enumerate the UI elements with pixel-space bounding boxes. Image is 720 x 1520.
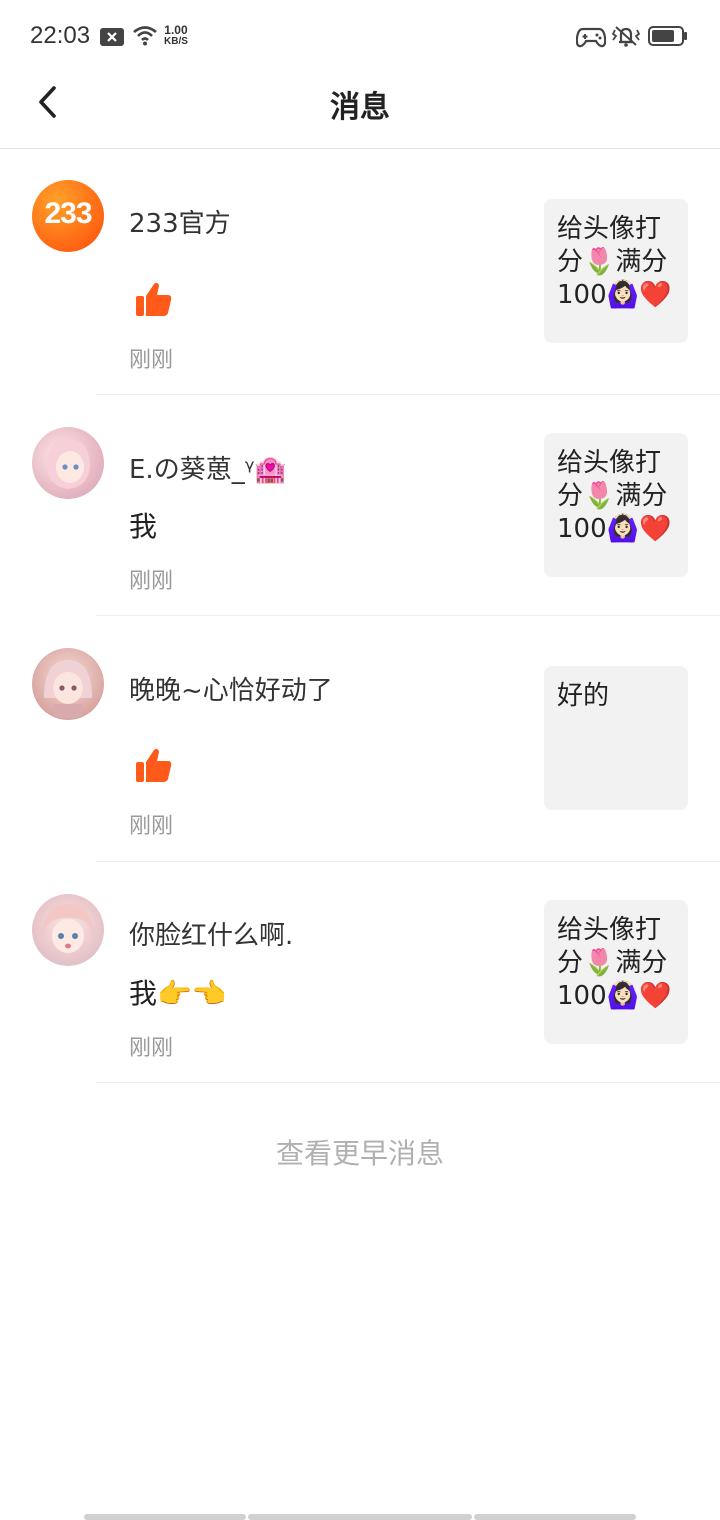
sender-name: 233官方 [129,209,231,239]
message-item[interactable]: E.の葵葸_ᵞ🏩 我 刚刚 给头像打分🌷满分100🙆🏻‍♀️❤️ [0,395,720,615]
network-speed-unit: KB/S [164,36,188,47]
avatar-user[interactable] [32,427,104,499]
message-time: 刚刚 [129,348,174,373]
thumbs-up-icon [132,744,176,788]
nav-hint-bar [248,1514,472,1520]
network-speed-value: 1.00 [164,23,188,37]
message-time: 刚刚 [129,1036,174,1061]
message-body: 我 [129,510,158,543]
avatar-user[interactable] [32,648,104,720]
divider [96,1082,720,1083]
message-item[interactable]: 你脸红什么啊. 我👉👈 刚刚 给头像打分🌷满分100🙆🏻‍♀️❤️ [0,862,720,1082]
notification-x-icon [100,28,124,50]
gamepad-icon [575,26,607,52]
sender-name: 晚晚~心恰好动了 [129,676,333,706]
sender-name: 你脸红什么啊. [129,921,294,951]
quoted-comment[interactable]: 给头像打分🌷满分100🙆🏻‍♀️❤️ [544,433,688,577]
message-time: 刚刚 [129,569,174,594]
battery-icon [648,26,688,50]
thumbs-up-icon [132,278,176,322]
message-item[interactable]: 233 233官方 刚刚 给头像打分🌷满分100🙆🏻‍♀️❤️ [0,150,720,395]
message-time: 刚刚 [129,814,174,839]
avatar-233[interactable]: 233 [32,180,104,252]
status-bar: 22:03 1.00 KB/S [0,0,720,72]
quoted-comment[interactable]: 好的 [544,666,688,810]
page-title: 消息 [330,90,390,125]
title-bar: 消息 [0,72,720,149]
network-speed: 1.00 KB/S [164,24,188,48]
nav-hint-bar [84,1514,246,1520]
vibrate-icon [610,24,642,52]
avatar-user[interactable] [32,894,104,966]
quoted-comment[interactable]: 给头像打分🌷满分100🙆🏻‍♀️❤️ [544,199,688,343]
quoted-comment[interactable]: 给头像打分🌷满分100🙆🏻‍♀️❤️ [544,900,688,1044]
message-item[interactable]: 晚晚~心恰好动了 刚刚 好的 [0,616,720,861]
avatar-text: 233 [44,197,92,230]
view-earlier-messages-button[interactable]: 查看更早消息 [0,1132,720,1172]
message-body: 我👉👈 [129,977,227,1010]
nav-hint-bar [474,1514,636,1520]
sender-name: E.の葵葸_ᵞ🏩 [129,455,287,485]
wifi-icon [132,24,158,50]
status-time: 22:03 [30,22,91,49]
